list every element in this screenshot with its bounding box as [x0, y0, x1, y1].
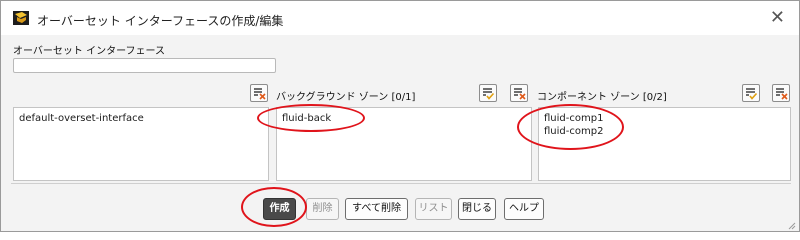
- list-button[interactable]: リスト: [415, 198, 452, 220]
- background-deselect-all-button[interactable]: [250, 84, 268, 102]
- title-bar: オーバーセット インターフェースの作成/編集 ✕: [1, 1, 799, 35]
- create-button[interactable]: 作成: [263, 198, 296, 220]
- dialog-window: オーバーセット インターフェースの作成/編集 ✕ オーバーセット インターフェー…: [0, 0, 800, 232]
- background-zone-label: バックグラウンド ゾーン [0/1]: [276, 92, 416, 103]
- list-item[interactable]: fluid-back: [282, 112, 526, 125]
- background-select-all-button[interactable]: [479, 84, 497, 102]
- interface-name-input[interactable]: [13, 58, 276, 73]
- list-item[interactable]: fluid-comp2: [544, 125, 785, 138]
- close-button[interactable]: 閉じる: [458, 198, 496, 220]
- separator: [11, 183, 791, 184]
- help-button[interactable]: ヘルプ: [504, 198, 544, 220]
- component-select-all-button[interactable]: [742, 84, 760, 102]
- delete-button[interactable]: 削除: [306, 198, 339, 220]
- app-icon: [13, 11, 29, 25]
- component-deselect-all-button[interactable]: [510, 84, 528, 102]
- component-zone-list[interactable]: fluid-comp1 fluid-comp2: [538, 107, 791, 181]
- component-deselect-all-button-2[interactable]: [772, 84, 790, 102]
- dialog-body: オーバーセット インターフェース バックグラウンド ゾーン [0/1] コンポー…: [1, 35, 799, 231]
- window-title: オーバーセット インターフェースの作成/編集: [37, 14, 284, 28]
- interface-name-label: オーバーセット インターフェース: [13, 46, 165, 57]
- delete-all-button[interactable]: すべて削除: [345, 198, 408, 220]
- resize-grip-icon[interactable]: [788, 220, 796, 230]
- background-zone-list[interactable]: fluid-back: [276, 107, 532, 181]
- interface-list[interactable]: default-overset-interface: [13, 107, 269, 181]
- list-item[interactable]: fluid-comp1: [544, 112, 785, 125]
- close-icon[interactable]: ✕: [770, 7, 785, 28]
- component-zone-label: コンポーネント ゾーン [0/2]: [537, 92, 667, 103]
- list-item[interactable]: default-overset-interface: [19, 112, 263, 125]
